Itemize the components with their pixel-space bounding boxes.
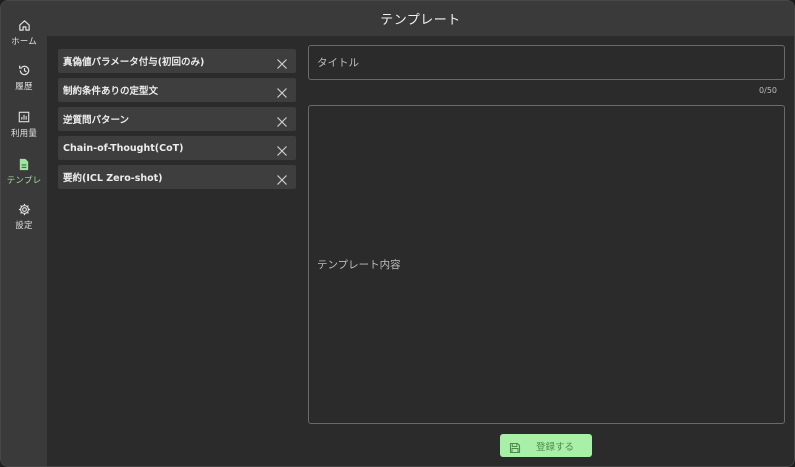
- sidebar-item-label: ホーム: [11, 37, 37, 47]
- gear-icon: [17, 202, 31, 216]
- title-input[interactable]: [309, 46, 784, 79]
- template-list-item[interactable]: 真偽値パラメータ付与(初回のみ): [58, 49, 296, 73]
- content-textarea[interactable]: [309, 106, 784, 423]
- save-icon: [509, 439, 521, 454]
- home-icon: [17, 18, 31, 32]
- document-icon: [17, 157, 31, 171]
- sidebar-item-settings[interactable]: 設定: [1, 198, 47, 242]
- sidebar: ホーム 履歴 利用量 テンプレ 設定: [1, 1, 47, 466]
- close-icon[interactable]: [276, 113, 288, 127]
- sidebar-item-history[interactable]: 履歴: [1, 59, 47, 103]
- sidebar-item-label: テンプレ: [6, 176, 42, 186]
- title-field: [308, 45, 785, 80]
- app-window: ホーム 履歴 利用量 テンプレ 設定 テンプレート 真偽値パラメータ付与(初回の…: [0, 0, 795, 467]
- template-name: Chain-of-Thought(CoT): [63, 142, 184, 154]
- template-name: 要約(ICL Zero-shot): [63, 173, 163, 184]
- template-list-item[interactable]: Chain-of-Thought(CoT): [58, 136, 296, 160]
- template-list-item[interactable]: 要約(ICL Zero-shot): [58, 165, 296, 189]
- register-button-label: 登録する: [536, 442, 575, 453]
- close-icon[interactable]: [276, 142, 288, 156]
- title-char-counter: 0/50: [759, 86, 777, 95]
- sidebar-item-label: 設定: [15, 221, 33, 231]
- header-bar: テンプレート: [47, 1, 794, 36]
- register-button[interactable]: 登録する: [500, 434, 592, 457]
- template-name: 制約条件ありの定型文: [63, 86, 159, 97]
- template-name: 真偽値パラメータ付与(初回のみ): [63, 57, 205, 68]
- sidebar-item-home[interactable]: ホーム: [1, 14, 47, 58]
- sidebar-item-label: 履歴: [15, 82, 33, 92]
- template-list-item[interactable]: 制約条件ありの定型文: [58, 78, 296, 102]
- page-title: テンプレート: [380, 13, 461, 28]
- sidebar-item-label: 利用量: [10, 129, 38, 139]
- sidebar-item-usage[interactable]: 利用量: [1, 106, 47, 150]
- content-field: テンプレート内容: [308, 105, 785, 424]
- sidebar-item-template[interactable]: テンプレ: [1, 153, 47, 197]
- close-icon[interactable]: [276, 55, 288, 69]
- usage-chart-icon: [17, 110, 31, 124]
- main-content: 真偽値パラメータ付与(初回のみ) 制約条件ありの定型文 逆質問パターン Chai…: [47, 36, 794, 466]
- close-icon[interactable]: [276, 171, 288, 185]
- template-list-item[interactable]: 逆質問パターン: [58, 107, 296, 131]
- history-icon: [17, 63, 31, 77]
- template-list: 真偽値パラメータ付与(初回のみ) 制約条件ありの定型文 逆質問パターン Chai…: [58, 49, 296, 194]
- template-name: 逆質問パターン: [63, 115, 130, 126]
- close-icon[interactable]: [276, 84, 288, 98]
